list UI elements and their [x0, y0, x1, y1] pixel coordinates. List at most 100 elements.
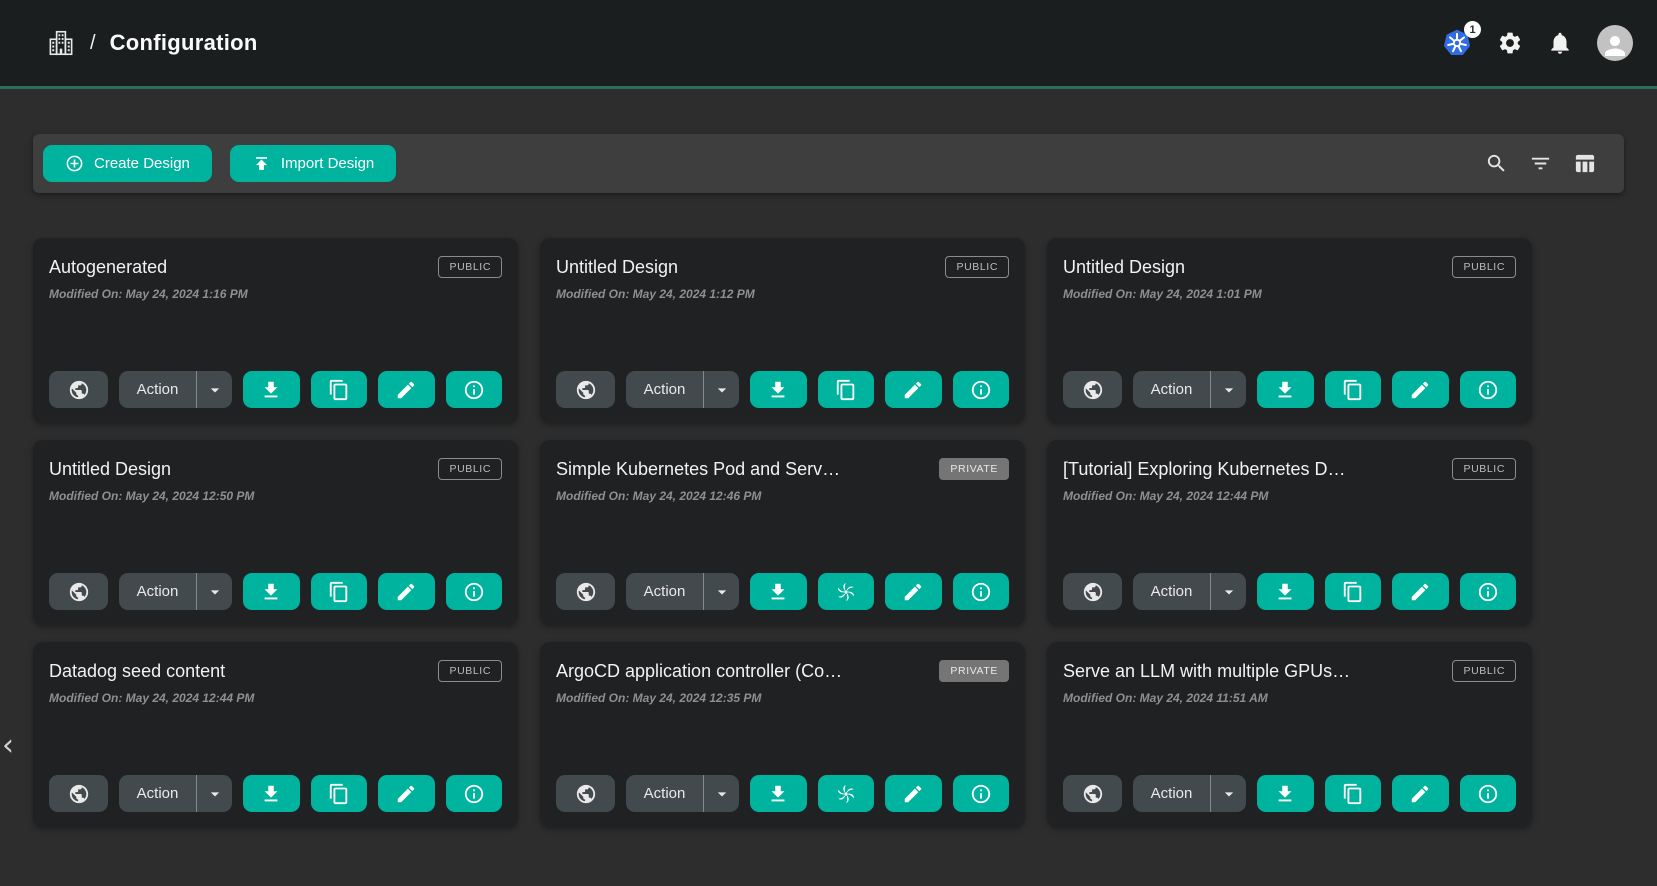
info-icon [463, 783, 485, 805]
bell-icon[interactable] [1547, 30, 1573, 56]
action-dropdown-toggle[interactable] [1210, 573, 1246, 610]
edit-button[interactable] [1392, 775, 1449, 812]
info-button[interactable] [1460, 573, 1517, 610]
info-button[interactable] [446, 573, 503, 610]
download-button[interactable] [243, 775, 300, 812]
download-button[interactable] [750, 371, 807, 408]
design-card[interactable]: Datadog seed content PUBLIC Modified On:… [33, 642, 518, 827]
action-split-button[interactable]: Action [1133, 775, 1246, 812]
action-split-button[interactable]: Action [119, 573, 232, 610]
globe-icon [1082, 783, 1104, 805]
filter-icon[interactable] [1529, 152, 1552, 175]
edit-icon [395, 379, 417, 401]
publish-button[interactable] [556, 775, 615, 812]
secondary-action-button[interactable] [818, 371, 875, 408]
secondary-action-button[interactable] [311, 371, 368, 408]
action-dropdown-toggle[interactable] [703, 573, 739, 610]
download-button[interactable] [1257, 573, 1314, 610]
secondary-action-button[interactable] [1325, 573, 1382, 610]
info-button[interactable] [446, 371, 503, 408]
secondary-action-button[interactable] [1325, 775, 1382, 812]
publish-button[interactable] [49, 573, 108, 610]
action-dropdown-toggle[interactable] [196, 371, 232, 408]
design-card[interactable]: Autogenerated PUBLIC Modified On: May 24… [33, 238, 518, 423]
publish-button[interactable] [1063, 371, 1122, 408]
action-dropdown-toggle[interactable] [703, 775, 739, 812]
table-view-icon[interactable] [1573, 152, 1596, 175]
breadcrumb: / Configuration [46, 28, 258, 58]
collapse-panel-chevron-icon[interactable]: ‹ [2, 731, 14, 761]
card-actions: Action [1063, 775, 1516, 812]
action-split-button[interactable]: Action [119, 371, 232, 408]
info-button[interactable] [446, 775, 503, 812]
design-card[interactable]: ArgoCD application controller (Co… PRIVA… [540, 642, 1025, 827]
action-dropdown-toggle[interactable] [196, 573, 232, 610]
action-split-button[interactable]: Action [626, 573, 739, 610]
download-button[interactable] [243, 573, 300, 610]
secondary-action-button[interactable] [818, 573, 875, 610]
action-dropdown-toggle[interactable] [703, 371, 739, 408]
action-split-button[interactable]: Action [1133, 371, 1246, 408]
action-split-button[interactable]: Action [626, 371, 739, 408]
action-dropdown-toggle[interactable] [1210, 371, 1246, 408]
download-button[interactable] [1257, 371, 1314, 408]
create-design-button[interactable]: Create Design [43, 145, 212, 182]
action-button-label: Action [119, 573, 196, 610]
edit-button[interactable] [1392, 573, 1449, 610]
publish-button[interactable] [49, 371, 108, 408]
publish-button[interactable] [1063, 573, 1122, 610]
edit-button[interactable] [378, 573, 435, 610]
toolbar-view-controls [1485, 152, 1596, 175]
kubernetes-context-button[interactable]: 1 [1441, 27, 1473, 59]
design-card[interactable]: Untitled Design PUBLIC Modified On: May … [1047, 238, 1532, 423]
edit-button[interactable] [378, 775, 435, 812]
secondary-action-button[interactable] [1325, 371, 1382, 408]
design-card[interactable]: Simple Kubernetes Pod and Serv… PRIVATE … [540, 440, 1025, 625]
globe-icon [1082, 581, 1104, 603]
building-icon[interactable] [46, 28, 76, 58]
info-button[interactable] [953, 573, 1010, 610]
info-icon [463, 379, 485, 401]
edit-button[interactable] [885, 775, 942, 812]
design-title: [Tutorial] Exploring Kubernetes D… [1063, 456, 1345, 480]
secondary-action-button[interactable] [818, 775, 875, 812]
edit-button[interactable] [885, 371, 942, 408]
gear-icon[interactable] [1497, 30, 1523, 56]
info-button[interactable] [1460, 371, 1517, 408]
design-card[interactable]: Untitled Design PUBLIC Modified On: May … [540, 238, 1025, 423]
secondary-action-button[interactable] [311, 775, 368, 812]
design-card[interactable]: Untitled Design PUBLIC Modified On: May … [33, 440, 518, 625]
import-design-button[interactable]: Import Design [230, 145, 396, 182]
action-split-button[interactable]: Action [119, 775, 232, 812]
info-icon [1477, 581, 1499, 603]
design-card[interactable]: [Tutorial] Exploring Kubernetes D… PUBLI… [1047, 440, 1532, 625]
download-button[interactable] [750, 775, 807, 812]
publish-button[interactable] [556, 573, 615, 610]
publish-button[interactable] [49, 775, 108, 812]
info-button[interactable] [953, 371, 1010, 408]
publish-button[interactable] [556, 371, 615, 408]
action-dropdown-toggle[interactable] [196, 775, 232, 812]
edit-icon [1409, 783, 1431, 805]
download-button[interactable] [243, 371, 300, 408]
secondary-action-button[interactable] [311, 573, 368, 610]
download-button[interactable] [1257, 775, 1314, 812]
caret-down-icon [1219, 380, 1239, 400]
action-split-button[interactable]: Action [626, 775, 739, 812]
design-card[interactable]: Serve an LLM with multiple GPUs… PUBLIC … [1047, 642, 1532, 827]
caret-down-icon [205, 380, 225, 400]
search-icon[interactable] [1485, 152, 1508, 175]
publish-button[interactable] [1063, 775, 1122, 812]
download-button[interactable] [750, 573, 807, 610]
edit-button[interactable] [1392, 371, 1449, 408]
avatar[interactable] [1597, 25, 1633, 61]
edit-button[interactable] [378, 371, 435, 408]
visibility-badge: PUBLIC [438, 660, 502, 682]
action-dropdown-toggle[interactable] [1210, 775, 1246, 812]
caret-down-icon [1219, 582, 1239, 602]
edit-button[interactable] [885, 573, 942, 610]
info-button[interactable] [1460, 775, 1517, 812]
design-grid: Autogenerated PUBLIC Modified On: May 24… [33, 238, 1532, 827]
action-split-button[interactable]: Action [1133, 573, 1246, 610]
info-button[interactable] [953, 775, 1010, 812]
